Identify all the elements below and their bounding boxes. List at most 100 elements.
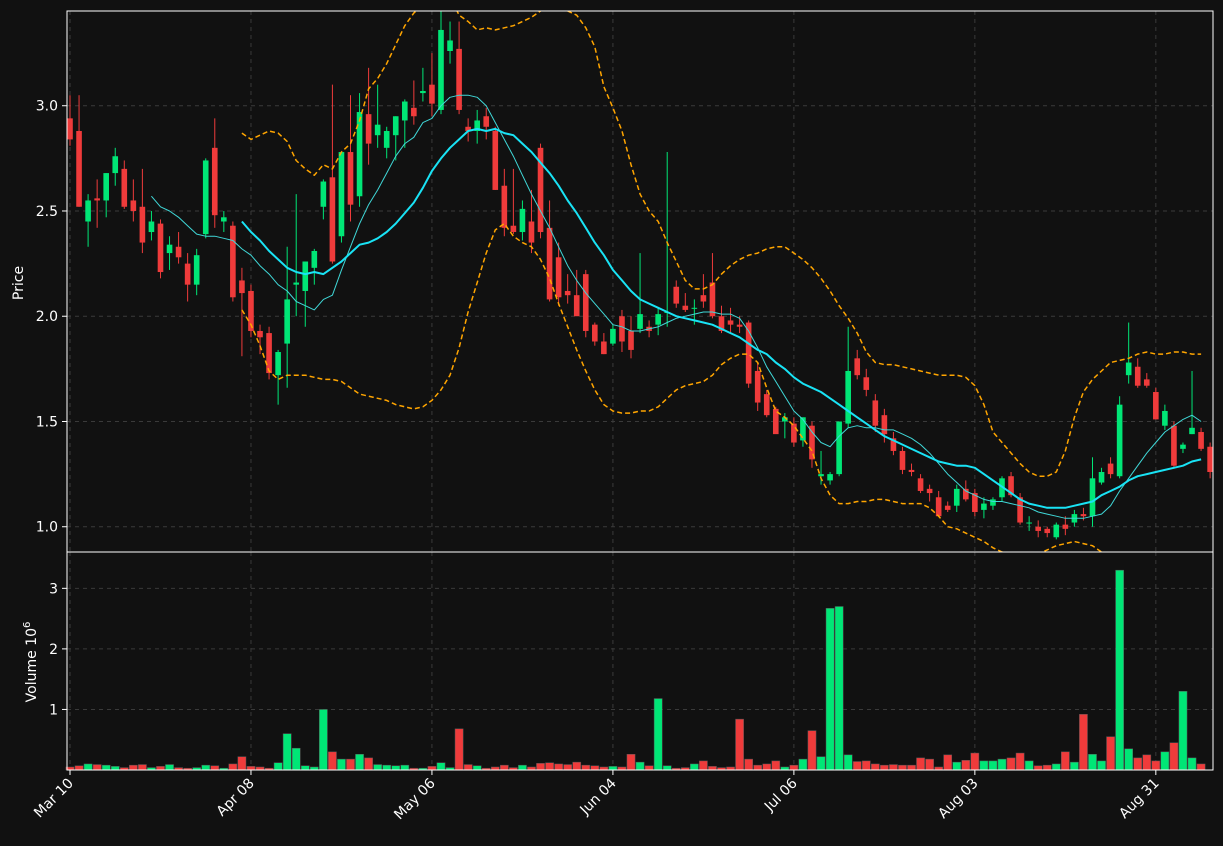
candle-body-up [275,352,281,376]
candle-body-down [184,263,191,285]
candle-body-down [872,400,879,426]
volume-bar [880,764,889,771]
candle-body-up [438,29,444,110]
volume-bar [1133,757,1143,771]
volume-bar [744,758,753,771]
volume-bar [653,698,663,771]
volume-tick-label: 3 [49,581,58,597]
volume-axis-label: Volume 106 [22,622,40,703]
candle-body-up [302,261,309,291]
candle-body-down [628,330,634,350]
volume-bar [237,756,247,771]
candle-body-down [908,469,915,473]
candle-body-down [736,324,743,327]
volume-bar [852,761,862,771]
candle-body-down [175,246,182,258]
price-tick-label: 2.5 [36,204,58,220]
volume-bar [943,754,953,771]
volume-bar [1142,754,1152,771]
candle-body-down [1198,432,1204,449]
candle-body-down [130,200,137,211]
candle-body-up [85,200,91,222]
candle-body-down [266,333,272,374]
candle-body-down [1062,524,1069,529]
volume-bar [843,754,853,771]
volume-bar [436,762,446,771]
volume-bar [626,754,636,771]
candle-body-up [1162,410,1168,426]
candle-body-up [284,299,290,344]
candle-body-down [1107,463,1114,475]
candle-body-up [1089,478,1096,517]
volume-bar [83,763,93,771]
candle-body-up [800,417,806,441]
candle-body-up [1098,472,1105,483]
candle-body-up [637,314,643,329]
volume-bar [1187,757,1197,771]
candle-body-down [67,118,73,140]
candle-body-up [148,221,155,233]
candle-body-down [791,423,797,443]
candle-body-down [555,257,562,298]
price-tick-label: 1.0 [36,520,58,536]
candle-body-down [564,290,571,296]
volume-bar [979,760,989,771]
volume-bar [201,764,211,771]
volume-axis-label-text: Volume 10 [24,628,40,702]
candle-body-up [320,181,327,207]
volume-bar [291,747,301,771]
volume-bar [816,756,826,771]
volume-bar [1006,757,1016,771]
volume-bar [156,766,165,771]
candle-body-down [619,316,625,342]
candle-body-down [157,223,164,273]
candle-body-down [700,295,707,302]
candle-body-up [953,488,960,506]
volume-bar [1015,752,1025,771]
candle-body-up [827,474,833,481]
volume-bar [898,764,907,771]
candle-body-up [1053,524,1060,538]
candle-body-up [845,370,851,424]
volume-bar [463,764,473,771]
price-tick-label: 1.5 [36,414,58,430]
volume-bar [608,766,618,771]
volume-bar [907,764,916,771]
volume-bar [771,760,781,771]
volume-bar [373,764,382,771]
volume-tick-label: 1 [49,702,58,718]
candle-body-down [601,341,607,355]
volume-bar [319,709,328,771]
volume-bar [789,764,799,771]
volume-bar [282,733,292,771]
candle-body-up [519,208,526,233]
volume-tick-label: 2 [49,642,58,658]
candle-body-up [166,244,173,254]
candle-body-down [944,505,951,510]
candle-body-up [655,314,661,325]
candle-body-down [94,198,100,201]
volume-bar [101,764,111,771]
candle-body-up [990,499,996,506]
candle-body-up [1026,522,1032,524]
candle-body-down [592,324,598,342]
volume-bar [1079,714,1088,771]
candle-body-up [1189,427,1195,435]
volume-bar [825,608,835,771]
volume-bar [644,765,654,771]
candle-body-up [1180,444,1186,449]
candle-body-up [1125,362,1132,376]
volume-bar [970,752,980,771]
price-axis-label: Price [11,266,27,300]
candle-body-down [429,84,435,104]
candle-body-up [293,282,300,285]
volume-bar [690,763,699,771]
candle-body-down [917,478,924,491]
volume-bar [1061,751,1070,771]
volume-bar [228,763,238,771]
volume-bar [536,763,545,771]
candle-body-up [338,152,345,237]
volume-bar [364,757,373,771]
candle-body-down [1153,392,1159,420]
candle-body-down [1143,379,1150,386]
